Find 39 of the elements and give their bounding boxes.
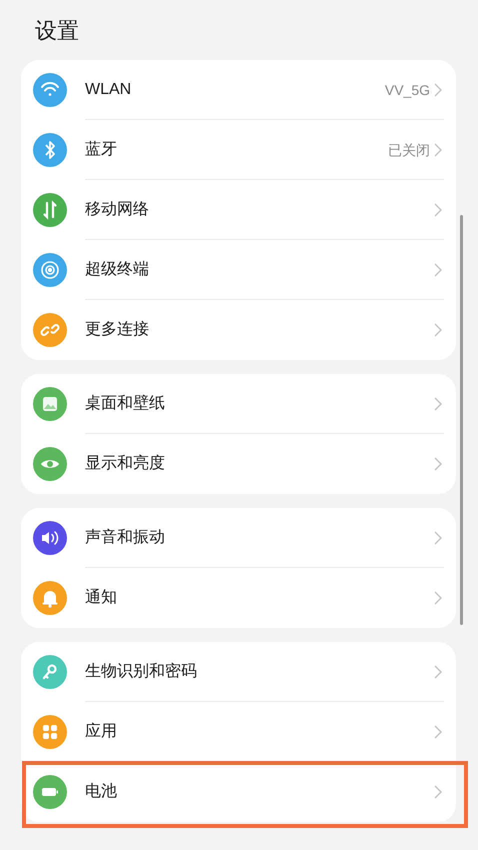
settings-row[interactable]: 移动网络 bbox=[21, 180, 456, 240]
chevron-icon bbox=[434, 591, 442, 605]
settings-row[interactable]: 显示和亮度 bbox=[21, 434, 456, 494]
page-title: 设置 bbox=[35, 16, 79, 44]
setting-label: 蓝牙 bbox=[85, 140, 118, 160]
setting-label: 超级终端 bbox=[85, 260, 150, 280]
settings-row[interactable]: 应用 bbox=[21, 702, 456, 762]
chevron-icon bbox=[434, 263, 442, 277]
chevron-icon bbox=[434, 725, 442, 739]
setting-label: 通知 bbox=[85, 588, 118, 608]
chevron-icon bbox=[434, 397, 442, 411]
setting-label: 桌面和壁纸 bbox=[85, 394, 166, 414]
chevron-icon bbox=[434, 323, 442, 337]
chevron-icon bbox=[434, 531, 442, 545]
setting-value: 已关闭 bbox=[388, 140, 430, 160]
setting-label: 应用 bbox=[85, 722, 118, 742]
settings-row[interactable]: 蓝牙 已关闭 bbox=[21, 120, 456, 180]
chevron-icon bbox=[434, 665, 442, 679]
chevron-icon bbox=[434, 203, 442, 217]
setting-label: 移动网络 bbox=[85, 200, 150, 220]
settings-row[interactable]: 超级终端 bbox=[21, 240, 456, 300]
setting-label: 电池 bbox=[85, 782, 118, 802]
settings-row[interactable]: 声音和振动 bbox=[21, 508, 456, 568]
settings-row[interactable]: 通知 bbox=[21, 568, 456, 628]
settings-row[interactable]: 桌面和壁纸 bbox=[21, 374, 456, 434]
settings-row[interactable]: 生物识别和密码 bbox=[21, 642, 456, 702]
setting-value: VV_5G bbox=[384, 80, 430, 100]
chevron-icon bbox=[434, 143, 442, 157]
chevron-icon bbox=[434, 457, 442, 471]
settings-row[interactable]: 更多连接 bbox=[21, 300, 456, 360]
setting-label: WLAN bbox=[85, 80, 132, 100]
setting-label: 声音和振动 bbox=[85, 528, 166, 548]
settings-row[interactable]: 电池 bbox=[21, 762, 456, 822]
setting-label: 更多连接 bbox=[85, 320, 150, 340]
chevron-icon bbox=[434, 83, 442, 97]
settings-row[interactable]: WLAN VV_5G bbox=[21, 60, 456, 120]
setting-label: 生物识别和密码 bbox=[85, 662, 198, 682]
chevron-icon bbox=[434, 785, 442, 799]
setting-label: 显示和亮度 bbox=[85, 454, 166, 474]
